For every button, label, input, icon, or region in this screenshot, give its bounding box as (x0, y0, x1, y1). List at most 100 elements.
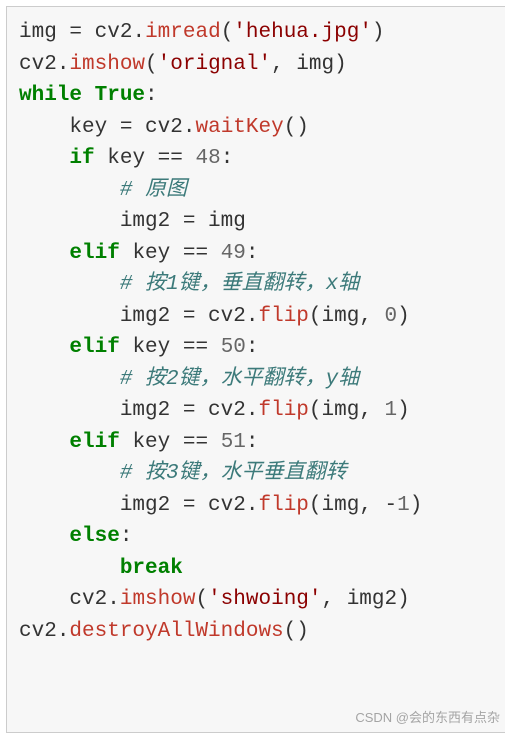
code-token: . (107, 588, 120, 611)
code-token: == (183, 242, 208, 265)
code-token: else (69, 525, 119, 548)
watermark-text: CSDN @会的东西有点杂 (355, 707, 500, 726)
code-line: cv2.imshow('shwoing', img2) (19, 588, 410, 611)
code-token: (img, (309, 305, 385, 328)
code-token (208, 336, 221, 359)
code-token: 1 (385, 399, 398, 422)
code-token: . (57, 620, 70, 643)
code-token: elif (69, 336, 119, 359)
code-token: while (19, 84, 82, 107)
code-token: ) (397, 305, 410, 328)
code-token: (img, (309, 494, 385, 517)
code-token: key (120, 242, 183, 265)
code-token: = (69, 21, 82, 44)
code-token (183, 147, 196, 170)
code-token: ) (372, 21, 385, 44)
code-line: img2 = cv2.flip(img, 0) (19, 305, 410, 328)
code-token: imshow (69, 53, 145, 76)
code-token: destroyAllWindows (69, 620, 283, 643)
code-token: 0 (385, 305, 398, 328)
code-token: cv2 (19, 620, 57, 643)
code-token: , img2) (322, 588, 410, 611)
code-line: # 原图 (19, 179, 187, 202)
code-token: ( (145, 53, 158, 76)
code-token: img2 (120, 399, 183, 422)
code-token: ( (195, 588, 208, 611)
code-token: img2 (120, 305, 183, 328)
code-token: waitKey (195, 116, 283, 139)
code-token: == (183, 336, 208, 359)
code-token: key (95, 147, 158, 170)
code-token: . (57, 53, 70, 76)
code-line: else: (19, 525, 132, 548)
code-token: 'shwoing' (208, 588, 321, 611)
code-line: # 按2键，水平翻转，y轴 (19, 368, 359, 391)
code-token (208, 431, 221, 454)
code-token: () (284, 116, 309, 139)
code-token: (img, (309, 399, 385, 422)
code-token: = (183, 210, 196, 233)
code-token: . (246, 494, 259, 517)
code-token: ) (410, 494, 423, 517)
code-token: == (158, 147, 183, 170)
code-line: break (19, 557, 183, 580)
code-token: 49 (221, 242, 246, 265)
code-token: img2 (120, 210, 183, 233)
code-token: if (69, 147, 94, 170)
code-token: elif (69, 242, 119, 265)
code-token: = (183, 494, 196, 517)
code-token: flip (258, 305, 308, 328)
code-token: flip (258, 399, 308, 422)
code-line: # 按1键，垂直翻转，x轴 (19, 273, 359, 296)
code-token: key (120, 431, 183, 454)
code-token: == (183, 431, 208, 454)
code-token (208, 242, 221, 265)
code-token: : (246, 242, 259, 265)
code-block: img = cv2.imread('hehua.jpg') cv2.imshow… (6, 6, 505, 733)
code-line: elif key == 50: (19, 336, 259, 359)
code-token: 'orignal' (158, 53, 271, 76)
code-line: cv2.destroyAllWindows() (19, 620, 309, 643)
code-token: cv2 (195, 494, 245, 517)
code-token: cv2 (69, 588, 107, 611)
code-token: img2 (120, 494, 183, 517)
code-token: flip (258, 494, 308, 517)
code-token: - (385, 494, 398, 517)
code-token: img (19, 21, 69, 44)
code-token: img (195, 210, 245, 233)
code-token: imshow (120, 588, 196, 611)
code-token: 'hehua.jpg' (233, 21, 372, 44)
code-token: cv2 (132, 116, 182, 139)
code-token: : (120, 525, 133, 548)
code-token: 51 (221, 431, 246, 454)
code-token: 1 (397, 494, 410, 517)
code-token: cv2 (195, 399, 245, 422)
code-line: if key == 48: (19, 147, 233, 170)
code-token: : (221, 147, 234, 170)
code-line: img2 = cv2.flip(img, -1) (19, 494, 422, 517)
code-token: ) (397, 399, 410, 422)
code-line: cv2.imshow('orignal', img) (19, 53, 347, 76)
code-token: . (132, 21, 145, 44)
code-line: img2 = img (19, 210, 246, 233)
code-token: = (183, 305, 196, 328)
code-token: imread (145, 21, 221, 44)
code-token: # 按3键，水平垂直翻转 (120, 462, 347, 485)
code-line: img2 = cv2.flip(img, 1) (19, 399, 410, 422)
code-token: key (69, 116, 119, 139)
code-token: , img) (271, 53, 347, 76)
code-line: key = cv2.waitKey() (19, 116, 309, 139)
code-token: = (120, 116, 133, 139)
code-token: # 按1键，垂直翻转，x轴 (120, 273, 359, 296)
code-token: : (246, 336, 259, 359)
code-line: elif key == 49: (19, 242, 259, 265)
code-token: ( (221, 21, 234, 44)
code-token: break (120, 557, 183, 580)
code-token: cv2 (195, 305, 245, 328)
code-line: while True: (19, 84, 158, 107)
code-line: # 按3键，水平垂直翻转 (19, 462, 347, 485)
code-token: . (183, 116, 196, 139)
code-line: elif key == 51: (19, 431, 259, 454)
code-token: 48 (195, 147, 220, 170)
code-token: # 原图 (120, 179, 187, 202)
